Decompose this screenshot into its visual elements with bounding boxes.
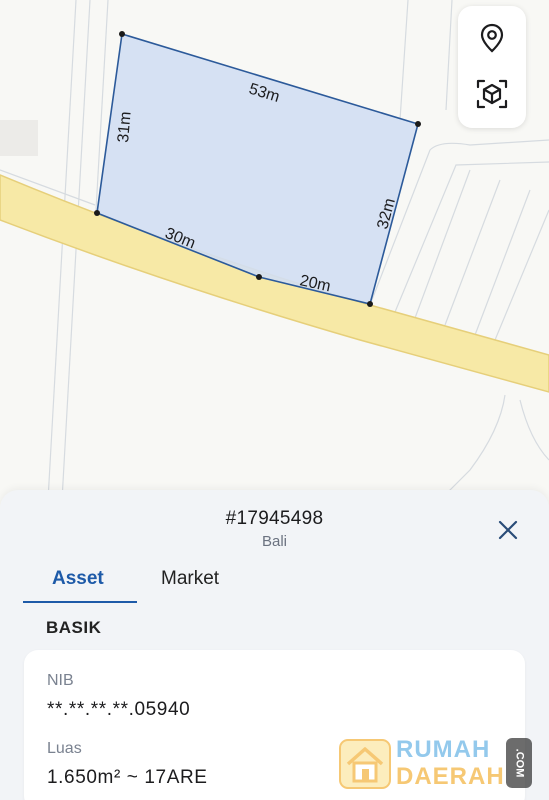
vertex-point <box>367 301 373 307</box>
nib-value: **.**.**.**.05940 <box>47 699 191 720</box>
vertex-point <box>256 274 262 280</box>
luas-value: 1.650m² ~ 17ARE <box>47 767 208 788</box>
edge-label-left: 31m <box>115 111 135 143</box>
watermark-line2: DAERAH <box>396 763 505 790</box>
watermark-logo: RUMAH DAERAH .COM <box>338 734 538 794</box>
tab-market[interactable]: Market <box>161 568 219 590</box>
location-button[interactable] <box>474 20 510 56</box>
parcel-id: #17945498 <box>225 508 324 529</box>
vertex-point <box>119 31 125 37</box>
vertex-point <box>94 210 100 216</box>
house-icon <box>339 739 391 789</box>
parcel-region: Bali <box>261 533 287 550</box>
active-tab-indicator <box>23 601 137 603</box>
cube-scan-icon <box>476 79 508 109</box>
tab-asset[interactable]: Asset <box>52 568 104 590</box>
nib-label: NIB <box>47 672 74 689</box>
location-pin-icon <box>480 23 504 53</box>
watermark-line1: RUMAH <box>396 736 491 763</box>
map-view[interactable]: 53m 31m 32m 30m 20m <box>0 0 549 500</box>
building-block <box>0 120 38 156</box>
luas-label: Luas <box>47 740 82 757</box>
watermark-suffix-badge: .COM <box>506 738 532 788</box>
tab-bar: Asset Market <box>23 568 526 604</box>
section-title: BASIK <box>46 618 102 637</box>
watermark-suffix: .COM <box>513 748 526 778</box>
close-icon <box>498 520 518 540</box>
close-button[interactable] <box>496 518 520 542</box>
view-3d-button[interactable] <box>474 76 510 112</box>
vertex-point <box>415 121 421 127</box>
map-controls-panel <box>458 6 526 128</box>
